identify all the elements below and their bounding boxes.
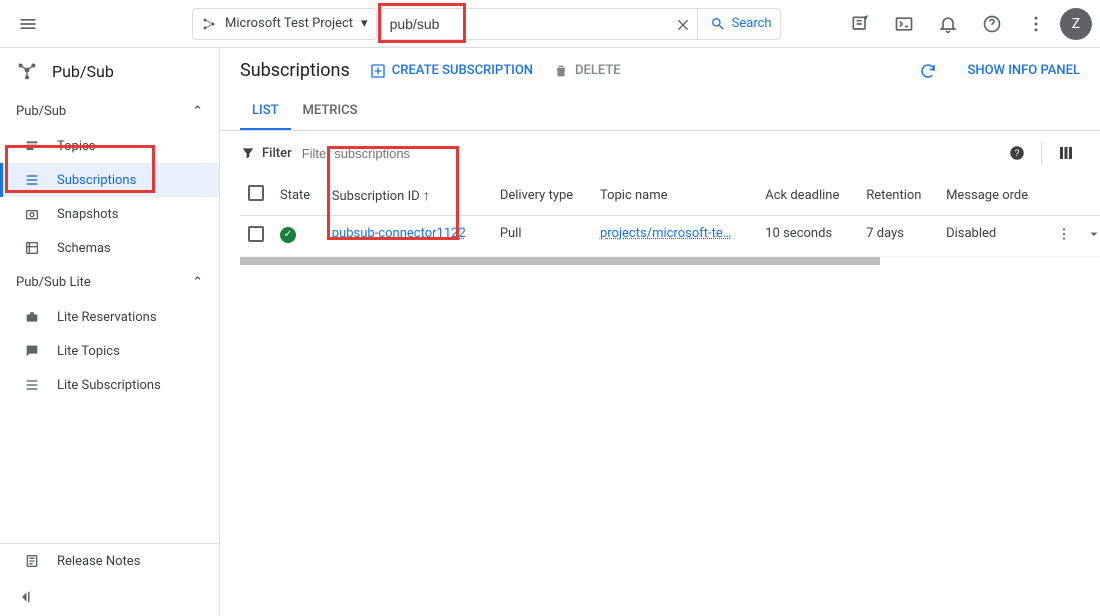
tabs: LIST METRICS [220,93,1100,131]
sidebar-section-pubsub[interactable]: Pub/Sub ⌃ [0,94,219,129]
select-all-checkbox[interactable] [248,185,264,201]
list-icon [23,376,41,394]
collapse-sidebar-button[interactable] [0,578,219,616]
schemas-icon [23,239,41,257]
search-button-label: Search [732,16,772,31]
search-box: Search [381,8,781,40]
col-topic-name[interactable]: Topic name [592,175,757,216]
snapshots-icon [23,205,41,223]
briefcase-icon [23,308,41,326]
search-input[interactable] [390,16,669,32]
sidebar-item-label: Topics [57,139,96,154]
tab-list[interactable]: LIST [240,93,291,130]
chevron-up-icon: ⌃ [192,275,203,290]
svg-text:?: ? [1014,148,1019,158]
trash-icon [553,63,569,79]
sidebar-item-label: Lite Topics [57,344,120,359]
row-checkbox[interactable] [248,226,264,242]
chat-icon [23,342,41,360]
delete-label: DELETE [575,63,621,78]
chevron-up-icon: ⌃ [192,104,203,119]
col-state[interactable]: State [272,175,324,216]
sidebar-item-lite-subscriptions[interactable]: Lite Subscriptions [0,368,219,402]
refresh-button[interactable] [919,62,937,80]
section-label: Pub/Sub [16,104,66,119]
expand-row-icon[interactable] [1086,226,1100,242]
cloud-shell-icon[interactable] [884,4,924,44]
project-name: Microsoft Test Project [225,16,353,31]
notifications-icon[interactable] [928,4,968,44]
main-header: Subscriptions CREATE SUBSCRIPTION DELETE… [220,48,1100,93]
sidebar-section-pubsublite[interactable]: Pub/Sub Lite ⌃ [0,265,219,300]
cell-retention: 7 days [858,216,938,257]
show-info-panel-button[interactable]: SHOW INFO PANEL [967,63,1080,78]
project-dots-icon [201,16,217,32]
sort-ascending-icon: ↑ [423,188,430,204]
page-title: Subscriptions [240,60,350,81]
subscriptions-table: State Subscription ID ↑ Delivery type To… [220,175,1100,257]
top-bar: Microsoft Test Project ▾ Search Z [0,0,1100,48]
col-ack-deadline[interactable]: Ack deadline [757,175,858,216]
filter-input[interactable] [302,146,478,161]
create-label: CREATE SUBSCRIPTION [392,63,533,78]
subscriptions-icon [23,171,41,189]
sidebar-item-label: Lite Reservations [57,310,157,325]
sidebar-item-label: Subscriptions [57,173,136,188]
col-delivery-type[interactable]: Delivery type [492,175,592,216]
cell-ack-deadline: 10 seconds [757,216,858,257]
plus-box-icon [370,63,386,79]
cell-delivery-type: Pull [492,216,592,257]
pubsub-product-icon [16,60,38,82]
sidebar-item-topics[interactable]: Topics [0,129,219,163]
topic-name-link[interactable]: projects/microsoft-te… [600,226,732,241]
product-title: Pub/Sub [52,62,114,81]
subscription-id-link[interactable]: pubsub-connector1122 [332,226,466,241]
topics-icon [23,137,41,155]
state-active-icon: ✓ [280,227,296,243]
filter-help-icon[interactable]: ? [1003,139,1031,167]
sidebar-item-lite-topics[interactable]: Lite Topics [0,334,219,368]
sidebar-item-lite-reservations[interactable]: Lite Reservations [0,300,219,334]
notes-icon [23,552,41,570]
clear-search-icon[interactable] [669,10,697,38]
help-icon[interactable] [972,4,1012,44]
project-picker[interactable]: Microsoft Test Project ▾ [192,8,377,40]
sidebar-item-label: Snapshots [57,207,119,222]
filter-row: Filter ? [220,131,1100,175]
create-subscription-button[interactable]: CREATE SUBSCRIPTION [370,63,533,79]
col-retention[interactable]: Retention [858,175,938,216]
horizontal-scrollbar[interactable] [240,257,880,265]
sidebar-item-label: Schemas [57,241,111,256]
sidebar-item-release-notes[interactable]: Release Notes [0,544,219,578]
sidebar-item-subscriptions[interactable]: Subscriptions [0,163,219,197]
sidebar-item-label: Release Notes [57,554,140,569]
feedback-icon[interactable] [840,4,880,44]
delete-button[interactable]: DELETE [553,63,621,79]
main-content: Subscriptions CREATE SUBSCRIPTION DELETE… [220,48,1100,616]
col-subscription-id[interactable]: Subscription ID ↑ [324,175,492,216]
search-button[interactable]: Search [697,9,772,39]
table-row: ✓ pubsub-connector1122 Pull projects/mic… [240,216,1100,257]
sidebar: Pub/Sub Pub/Sub ⌃ Topics Subscriptions S… [0,48,220,616]
user-avatar[interactable]: Z [1060,8,1092,40]
sidebar-item-schemas[interactable]: Schemas [0,231,219,265]
row-more-actions-icon[interactable] [1056,226,1072,242]
filter-label: Filter [240,145,292,161]
tab-metrics[interactable]: METRICS [291,93,370,130]
hamburger-menu-icon[interactable] [8,4,48,44]
sidebar-item-label: Lite Subscriptions [57,378,161,393]
sidebar-product-header: Pub/Sub [0,48,219,94]
caret-down-icon: ▾ [361,16,368,31]
section-label: Pub/Sub Lite [16,275,91,290]
col-message-ordering[interactable]: Message orde [938,175,1048,216]
cell-message-ordering: Disabled [938,216,1048,257]
column-options-icon[interactable] [1052,139,1080,167]
more-menu-icon[interactable] [1016,4,1056,44]
sidebar-item-snapshots[interactable]: Snapshots [0,197,219,231]
filter-icon [240,145,256,161]
